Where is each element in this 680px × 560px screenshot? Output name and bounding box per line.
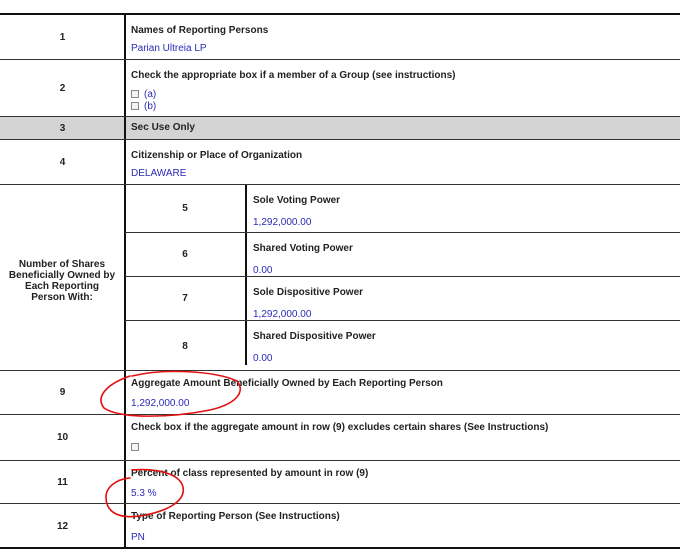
row-number: 8 — [182, 340, 188, 352]
row-label: Citizenship or Place of Organization — [131, 150, 303, 161]
row-number: 6 — [182, 249, 188, 260]
shares-block: Number of Shares Beneficially Owned by E… — [0, 185, 680, 371]
checkbox-a[interactable] — [131, 90, 139, 99]
row-number: 5 — [182, 203, 188, 214]
shared-dispositive-power-value: 0.00 — [253, 353, 273, 364]
checkbox-b[interactable] — [131, 102, 139, 111]
citizenship-value: DELAWARE — [131, 168, 187, 179]
row-number: 2 — [59, 82, 66, 94]
sole-voting-power-value: 1,292,000.00 — [253, 217, 312, 228]
row-7: 7 Sole Dispositive Power 1,292,000.00 — [125, 277, 680, 321]
reporting-person-type-value: PN — [131, 532, 145, 543]
row-label: Shared Voting Power — [253, 243, 353, 254]
row-label: Check the appropriate box if a member of… — [131, 70, 456, 81]
row-9: 9 Aggregate Amount Beneficially Owned by… — [0, 371, 680, 415]
row-number: 3 — [59, 122, 66, 134]
row-2: 2 Check the appropriate box if a member … — [0, 60, 680, 117]
row-label: Names of Reporting Persons — [131, 25, 269, 36]
row-number: 4 — [59, 156, 66, 168]
row-number: 10 — [56, 432, 69, 443]
aggregate-amount-value: 1,292,000.00 — [131, 398, 190, 409]
row-number: 12 — [56, 521, 69, 532]
row-number: 1 — [59, 31, 66, 43]
row-3: 3 Sec Use Only — [0, 117, 680, 140]
row-6: 6 Shared Voting Power 0.00 — [125, 233, 680, 277]
row-label: Aggregate Amount Beneficially Owned by E… — [131, 378, 443, 389]
row-number: 7 — [182, 293, 188, 304]
row-label: Shared Dispositive Power — [253, 331, 376, 342]
row-label: Sole Dispositive Power — [253, 287, 364, 298]
row-label: Check box if the aggregate amount in row… — [131, 422, 549, 433]
row-1: 1 Names of Reporting Persons Parian Ultr… — [0, 15, 680, 60]
row-11: 11 Percent of class represented by amoun… — [0, 461, 680, 504]
row-label: Sole Voting Power — [253, 195, 341, 206]
group-option-b[interactable]: (b) — [131, 101, 156, 112]
shares-block-label: Number of Shares Beneficially Owned by E… — [8, 259, 116, 303]
shared-voting-power-value: 0.00 — [253, 265, 273, 276]
sole-dispositive-power-value: 1,292,000.00 — [253, 309, 312, 320]
row-8: 8 Shared Dispositive Power 0.00 — [125, 321, 680, 371]
group-option-a[interactable]: (a) — [131, 89, 156, 100]
percent-of-class-value: 5.3 % — [131, 488, 157, 499]
row-label: Sec Use Only — [131, 122, 195, 133]
row-label: Type of Reporting Person (See Instructio… — [131, 511, 340, 522]
reporting-person-name: Parian Ultreia LP — [131, 43, 207, 54]
row-number: 9 — [59, 387, 66, 398]
row-number: 11 — [57, 476, 68, 488]
row-5: 5 Sole Voting Power 1,292,000.00 — [125, 185, 680, 233]
excludes-shares-option[interactable] — [131, 442, 144, 453]
row-10: 10 Check box if the aggregate amount in … — [0, 415, 680, 461]
row-12: 12 Type of Reporting Person (See Instruc… — [0, 504, 680, 549]
checkbox-excludes-shares[interactable] — [131, 443, 139, 452]
row-4: 4 Citizenship or Place of Organization D… — [0, 140, 680, 185]
row-label: Percent of class represented by amount i… — [131, 468, 369, 479]
cover-page-table: 1 Names of Reporting Persons Parian Ultr… — [0, 13, 680, 549]
